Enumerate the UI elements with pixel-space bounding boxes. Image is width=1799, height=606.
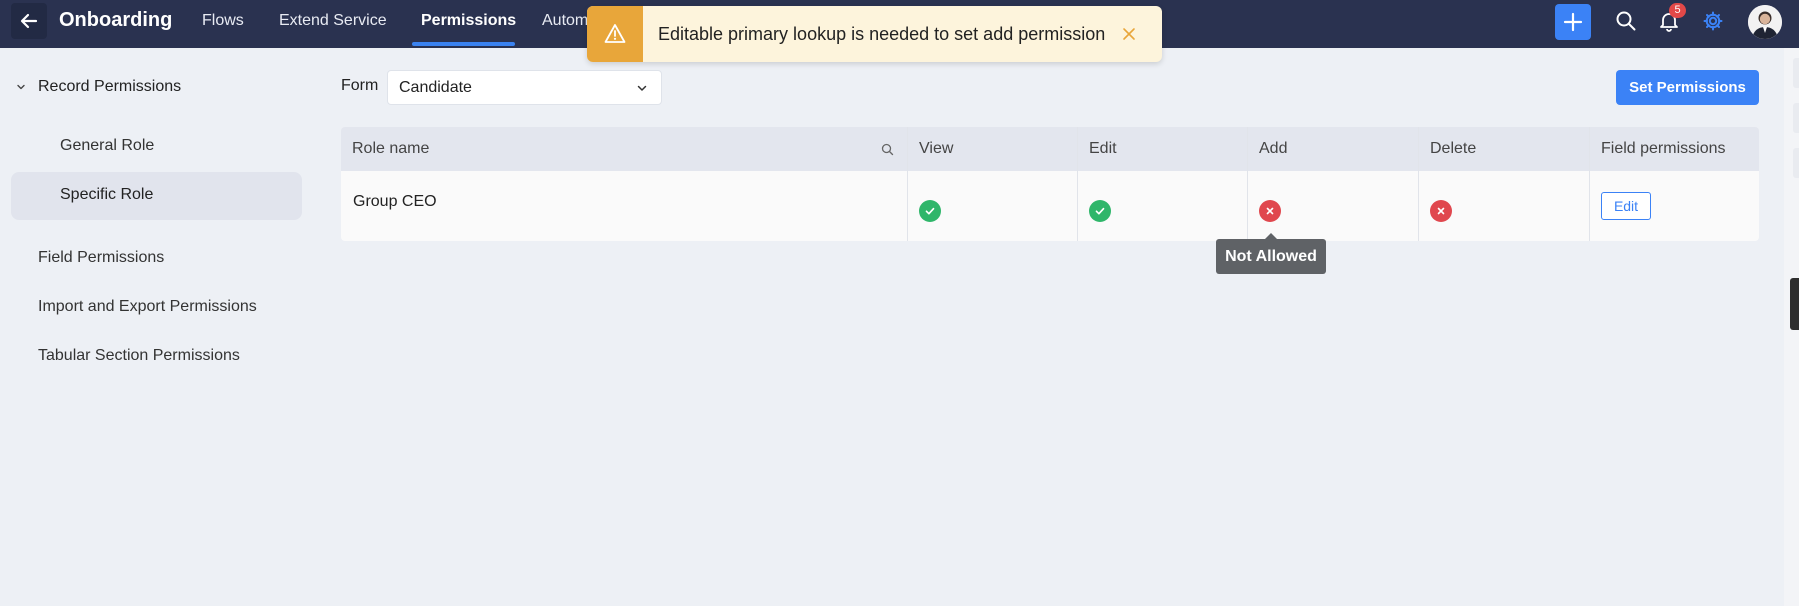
add-button[interactable] bbox=[1555, 4, 1591, 40]
sidebar-item-specific-role-label: Specific Role bbox=[60, 186, 154, 203]
app-title: Onboarding bbox=[59, 9, 173, 31]
form-select-value: Candidate bbox=[399, 79, 472, 96]
x-icon bbox=[1266, 207, 1274, 215]
close-icon bbox=[1123, 28, 1135, 40]
warning-toast: Editable primary lookup is needed to set… bbox=[587, 6, 1162, 62]
search-button[interactable] bbox=[1614, 9, 1638, 33]
edge-tab[interactable] bbox=[1793, 103, 1799, 133]
column-divider bbox=[1077, 127, 1078, 241]
plus-icon bbox=[1563, 12, 1583, 32]
column-divider bbox=[907, 127, 908, 241]
tab-flows[interactable]: Flows bbox=[202, 12, 244, 30]
header-role-name: Role name bbox=[352, 140, 430, 157]
table-header: Role name View Edit Add Delete Field per… bbox=[341, 127, 1759, 171]
sidebar-item-general-role[interactable]: General Role bbox=[60, 137, 154, 155]
warning-icon bbox=[604, 24, 626, 43]
back-button[interactable] bbox=[11, 3, 47, 39]
notification-count-badge: 5 bbox=[1669, 3, 1686, 18]
tab-permissions[interactable]: Permissions bbox=[421, 12, 516, 30]
header-view: View bbox=[919, 140, 954, 157]
column-divider bbox=[1589, 127, 1590, 241]
chevron-down-icon bbox=[17, 84, 25, 90]
toast-message: Editable primary lookup is needed to set… bbox=[658, 24, 1106, 44]
table-row: Group CEO Edit bbox=[341, 171, 1759, 241]
header-add: Add bbox=[1259, 140, 1288, 157]
form-label: Form bbox=[341, 77, 379, 94]
not-allowed-tooltip: Not Allowed bbox=[1216, 239, 1326, 274]
search-icon[interactable] bbox=[881, 143, 894, 156]
search-icon bbox=[1616, 11, 1636, 31]
header-edit: Edit bbox=[1089, 140, 1117, 157]
edge-tab[interactable] bbox=[1793, 148, 1799, 178]
settings-button[interactable] bbox=[1701, 9, 1725, 33]
check-icon bbox=[925, 207, 935, 215]
user-avatar[interactable] bbox=[1748, 5, 1782, 39]
edge-tab[interactable] bbox=[1793, 58, 1799, 88]
toast-icon-area bbox=[587, 6, 643, 62]
side-panel-handle[interactable] bbox=[1790, 278, 1799, 330]
toast-close-button[interactable] bbox=[1118, 23, 1140, 45]
column-divider bbox=[1247, 127, 1248, 241]
view-allowed-icon[interactable] bbox=[919, 200, 941, 222]
sidebar-item-field-permissions[interactable]: Field Permissions bbox=[38, 249, 164, 267]
sidebar-group-label: Record Permissions bbox=[38, 78, 182, 95]
header-delete: Delete bbox=[1430, 140, 1477, 157]
back-arrow-icon bbox=[20, 13, 38, 29]
edit-allowed-icon[interactable] bbox=[1089, 200, 1111, 222]
sidebar-item-import-export-permissions[interactable]: Import and Export Permissions bbox=[38, 298, 257, 316]
x-icon bbox=[1437, 207, 1445, 215]
column-divider bbox=[1418, 127, 1419, 241]
chevron-down-icon bbox=[637, 85, 647, 91]
add-denied-icon[interactable] bbox=[1259, 200, 1281, 222]
form-select[interactable]: Candidate bbox=[387, 70, 662, 105]
set-permissions-button[interactable]: Set Permissions bbox=[1616, 70, 1759, 105]
sidebar-item-tabular-section-permissions[interactable]: Tabular Section Permissions bbox=[38, 347, 240, 365]
delete-denied-icon[interactable] bbox=[1430, 200, 1452, 222]
cell-role-name: Group CEO bbox=[353, 193, 437, 210]
gear-icon bbox=[1703, 11, 1723, 31]
header-field-permissions: Field permissions bbox=[1601, 140, 1726, 157]
sidebar-item-specific-role[interactable] bbox=[11, 172, 302, 220]
avatar-image bbox=[1748, 5, 1782, 39]
active-tab-indicator bbox=[412, 42, 515, 46]
field-permissions-edit-button[interactable]: Edit bbox=[1601, 192, 1651, 220]
check-icon bbox=[1095, 207, 1105, 215]
sidebar-group-record-permissions[interactable]: Record Permissions bbox=[16, 78, 181, 96]
tab-extend-service[interactable]: Extend Service bbox=[279, 12, 387, 30]
tab-automation[interactable]: Autom bbox=[542, 12, 588, 30]
